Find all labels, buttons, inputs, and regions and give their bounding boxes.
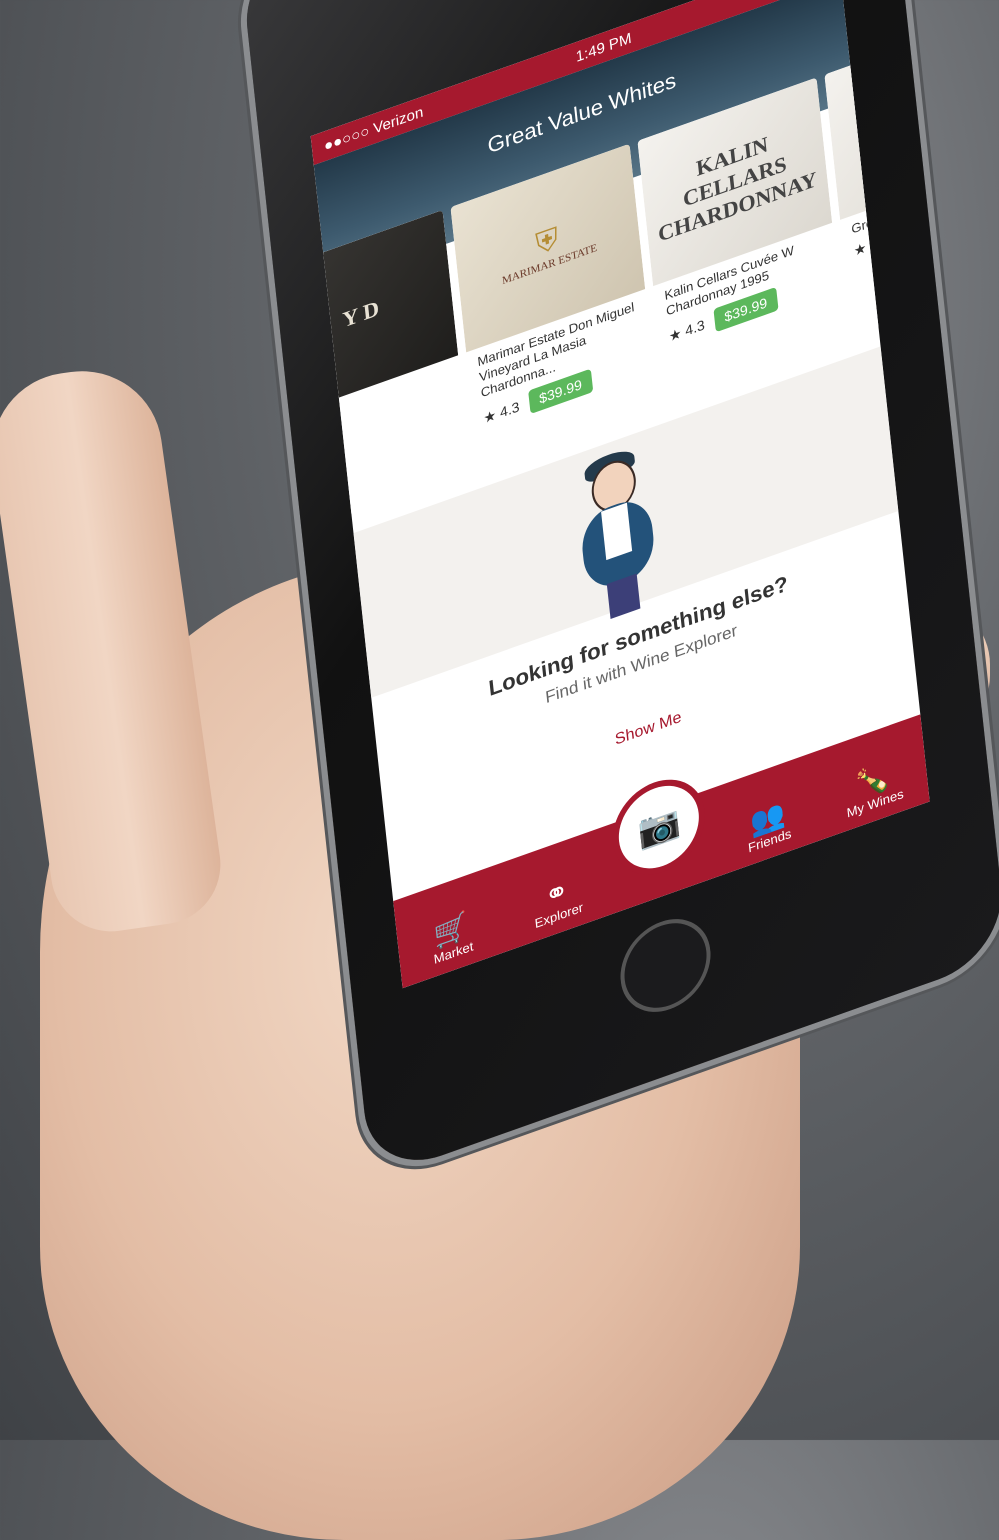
- phone: ●●○○○ Verizon 1:49 PM ⊕ ◂ ▬ Great Value …: [240, 0, 999, 1181]
- camera-button[interactable]: 📷: [614, 774, 703, 880]
- wine-rating: ★ 4.3: [482, 397, 521, 426]
- camera-icon: 📷: [635, 801, 682, 853]
- wine-label-text: Y D: [341, 295, 381, 333]
- wine-rating: ★ 4.3: [668, 315, 706, 345]
